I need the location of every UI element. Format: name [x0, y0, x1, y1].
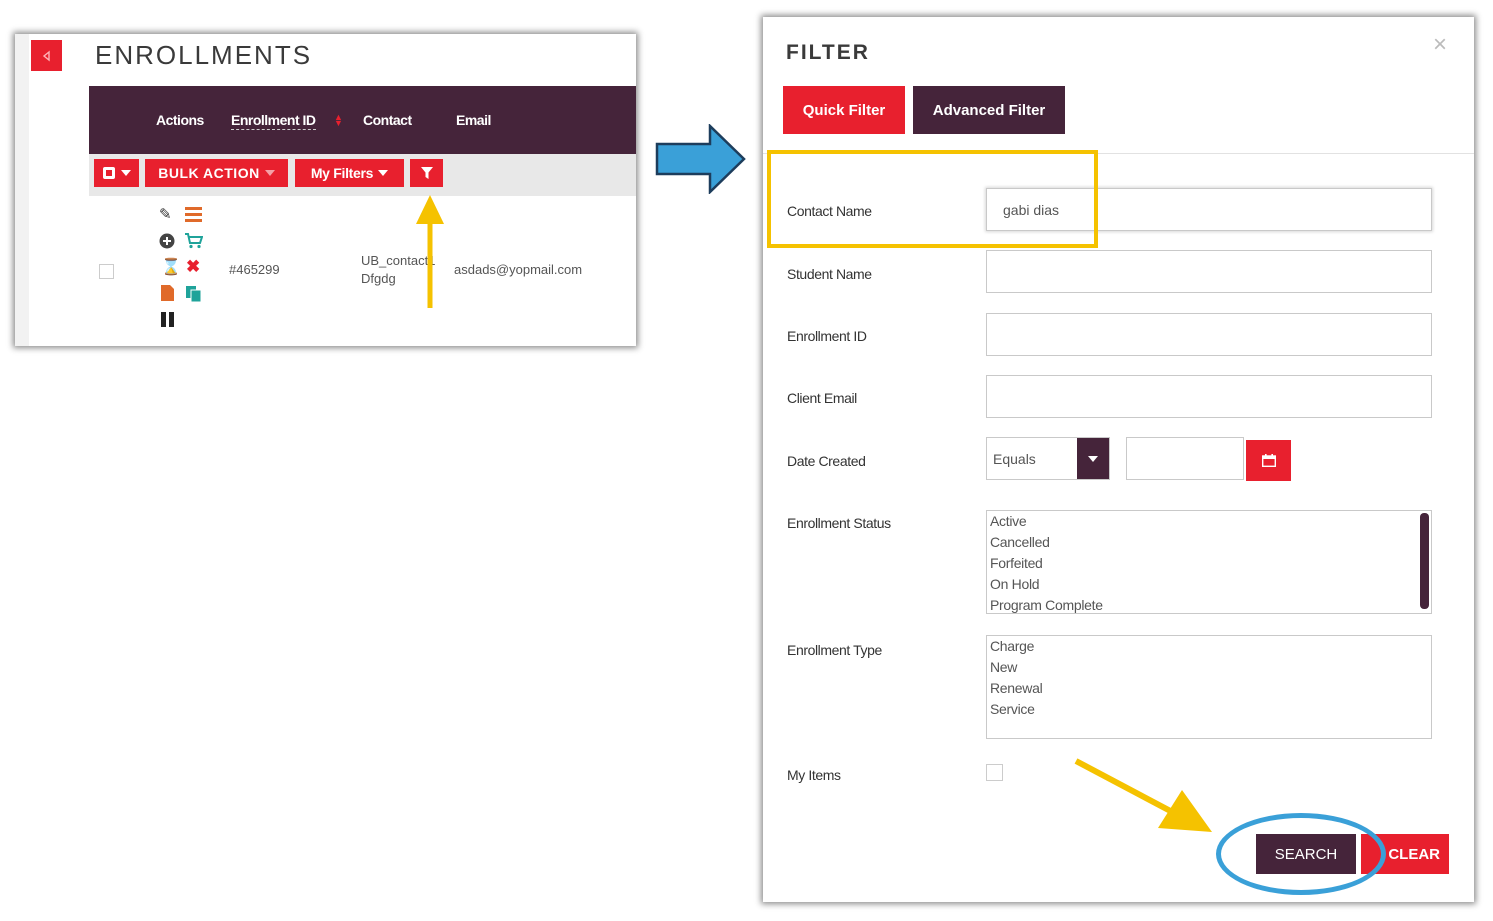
my-items-checkbox[interactable] — [986, 764, 1003, 781]
copy-icon[interactable] — [186, 286, 202, 306]
enrollment-id-input[interactable] — [986, 313, 1432, 356]
column-header-actions: Actions — [156, 112, 204, 128]
row-checkbox[interactable] — [99, 264, 114, 279]
page-title: ENROLLMENTS — [95, 40, 313, 70]
client-email-label: Client Email — [787, 390, 857, 406]
sidebar-strip — [15, 34, 29, 346]
checkbox-icon — [103, 167, 115, 179]
date-created-input[interactable] — [1126, 437, 1244, 480]
add-circle-icon[interactable] — [159, 233, 175, 253]
email-cell: asdads@yopmail.com — [454, 262, 583, 277]
type-option[interactable]: New — [987, 657, 1431, 678]
search-highlight-ellipse — [1216, 813, 1386, 895]
arrow-right-icon — [655, 124, 746, 194]
column-header-email[interactable]: Email — [456, 112, 491, 128]
enrollment-status-listbox[interactable]: Active Cancelled Forfeited On Hold Progr… — [986, 510, 1432, 614]
hourglass-icon[interactable]: ⌛ — [161, 260, 181, 276]
type-option[interactable]: Charge — [987, 636, 1431, 657]
status-option[interactable]: On Hold — [987, 574, 1431, 595]
tab-advanced-filter[interactable]: Advanced Filter — [913, 86, 1065, 134]
column-header-enrollment-id[interactable]: Enrollment ID — [231, 112, 316, 130]
pause-icon[interactable] — [161, 312, 175, 331]
column-header-contact[interactable]: Contact — [363, 112, 412, 128]
cart-icon[interactable] — [185, 233, 204, 253]
calendar-icon — [1261, 454, 1276, 467]
select-all-dropdown[interactable] — [94, 159, 139, 187]
collapse-sidebar-button[interactable] — [31, 40, 62, 71]
contact-cell-line2[interactable]: Dfgdg — [361, 271, 396, 286]
sort-icon[interactable]: ▲ ▼ — [334, 113, 343, 128]
funnel-icon — [420, 166, 433, 179]
chevron-down-icon — [264, 170, 275, 176]
status-option[interactable]: Forfeited — [987, 553, 1431, 574]
student-name-label: Student Name — [787, 266, 872, 282]
close-icon[interactable]: × — [1433, 31, 1447, 59]
contact-cell-line1[interactable]: UB_contact1 — [361, 253, 435, 268]
chevron-down-icon — [378, 170, 389, 176]
date-operator-value: Equals — [993, 451, 1036, 467]
my-filters-button[interactable]: My Filters — [295, 159, 404, 187]
date-created-label: Date Created — [787, 453, 866, 469]
enrollment-status-label: Enrollment Status — [787, 515, 891, 531]
bulk-action-label: BULK ACTION — [158, 165, 260, 181]
enrollments-panel: ENROLLMENTS Actions Enrollment ID ▲ ▼ Con… — [15, 34, 636, 346]
my-items-label: My Items — [787, 767, 841, 783]
client-email-input[interactable] — [986, 375, 1432, 418]
date-operator-select[interactable]: Equals — [986, 437, 1110, 480]
bulk-action-button[interactable]: BULK ACTION — [145, 159, 288, 187]
student-name-input[interactable] — [986, 250, 1432, 293]
edit-icon[interactable]: ✎ — [159, 207, 172, 223]
type-option[interactable]: Service — [987, 699, 1431, 720]
status-option[interactable]: Cancelled — [987, 532, 1431, 553]
enrollment-type-listbox[interactable]: Charge New Renewal Service — [986, 635, 1432, 739]
document-icon[interactable] — [161, 285, 174, 305]
caret-left-icon — [42, 50, 50, 61]
grid-header: Actions Enrollment ID ▲ ▼ Contact Email — [89, 86, 636, 154]
enrollment-type-label: Enrollment Type — [787, 642, 882, 658]
my-filters-label: My Filters — [310, 165, 374, 181]
status-option[interactable]: Program Complete — [987, 595, 1431, 613]
enrollment-id-label: Enrollment ID — [787, 328, 867, 344]
list-icon[interactable] — [185, 207, 202, 226]
grid-toolbar: BULK ACTION My Filters — [89, 154, 636, 196]
chevron-down-icon[interactable] — [1077, 438, 1109, 479]
listbox-scrollbar[interactable] — [1420, 513, 1429, 609]
chevron-down-icon — [121, 170, 131, 176]
filter-button[interactable] — [410, 159, 443, 187]
enrollment-id-cell: #465299 — [229, 262, 280, 277]
type-option[interactable]: Renewal — [987, 678, 1431, 699]
tab-quick-filter[interactable]: Quick Filter — [783, 86, 905, 134]
delete-icon[interactable]: ✖ — [186, 258, 200, 275]
calendar-button[interactable] — [1246, 440, 1291, 481]
status-option[interactable]: Active — [987, 511, 1431, 532]
highlight-box — [767, 150, 1098, 248]
dialog-title: FILTER — [786, 41, 870, 64]
